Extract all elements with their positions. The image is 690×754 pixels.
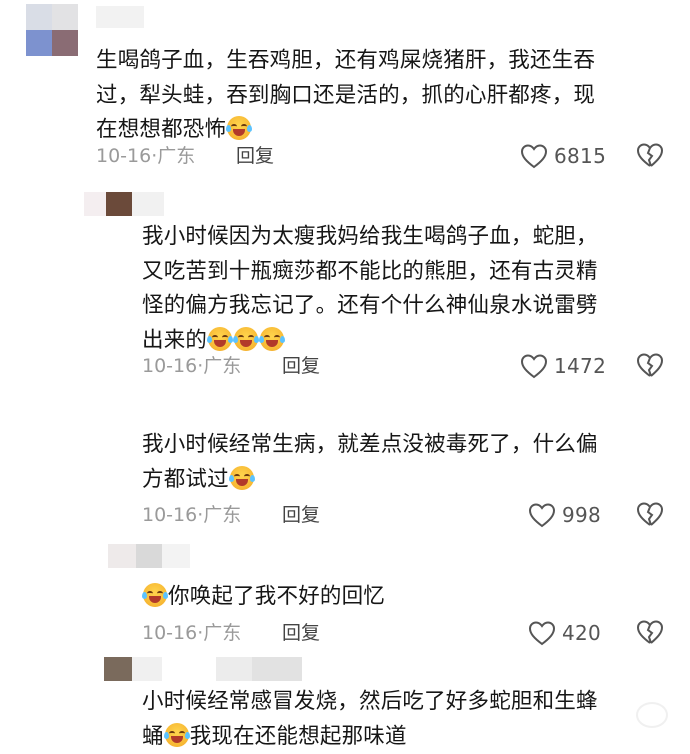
heart-outline-icon	[528, 503, 556, 528]
username[interactable]	[108, 544, 190, 568]
dislike-button[interactable]	[636, 142, 664, 170]
username[interactable]	[96, 6, 144, 28]
laughing-crying-emoji	[163, 722, 190, 747]
comment-text: 小时候经常感冒发烧，然后吃了好多蛇胆和生蜂 蛹我现在还能想起那味道	[142, 689, 598, 749]
comment-meta: 10-16·广东	[142, 622, 242, 644]
broken-heart-icon	[636, 502, 664, 526]
like-button[interactable]: 6815	[520, 142, 606, 170]
comment-location: 广东	[203, 504, 242, 526]
comment-location: 广东	[203, 622, 242, 644]
like-button[interactable]: 998	[528, 501, 601, 529]
username[interactable]	[104, 657, 304, 681]
username[interactable]	[84, 192, 164, 216]
comment-meta: 10-16·广东	[142, 504, 242, 526]
reply-button[interactable]: 回复	[282, 353, 320, 379]
watermark	[636, 702, 668, 728]
heart-outline-icon	[528, 621, 556, 646]
laughing-crying-emoji	[142, 583, 168, 607]
broken-heart-icon	[636, 620, 664, 644]
laughing-crying-emoji	[259, 326, 286, 351]
dislike-button[interactable]	[636, 352, 664, 380]
broken-heart-icon	[636, 353, 664, 377]
comment-text: 生喝鸽子血，生吞鸡胆，还有鸡屎烧猪肝，我还生吞 过，犁头蛙，吞到胸口还是活的，抓…	[96, 48, 596, 142]
comment-text: 我小时候因为太瘦我妈给我生喝鸽子血，蛇胆， 又吃苦到十瓶癍莎都不能比的熊胆，还有…	[142, 224, 598, 353]
like-button[interactable]: 1472	[520, 352, 606, 380]
dislike-button[interactable]	[636, 619, 664, 647]
like-count: 1472	[554, 354, 607, 378]
heart-outline-icon	[520, 144, 548, 169]
dislike-button[interactable]	[636, 501, 664, 529]
like-count: 420	[562, 621, 602, 645]
comment-location: 广东	[203, 355, 242, 377]
comment-date: 10-16	[96, 145, 152, 167]
reply-button[interactable]: 回复	[236, 143, 274, 169]
like-count: 6815	[554, 144, 607, 168]
reply-button[interactable]: 回复	[282, 620, 320, 646]
comment-meta: 10-16·广东	[96, 145, 196, 167]
avatar[interactable]	[26, 4, 78, 56]
laughing-crying-emoji	[228, 465, 255, 490]
laughing-crying-emoji	[233, 326, 260, 351]
comment-date: 10-16	[142, 355, 198, 377]
comment-location: 广东	[157, 145, 196, 167]
comment-text: 我小时候经常生病，就差点没被毒死了，什么偏 方都试过	[142, 432, 598, 492]
broken-heart-icon	[636, 143, 664, 167]
comment-date: 10-16	[142, 504, 198, 526]
comment-meta: 10-16·广东	[142, 355, 242, 377]
like-button[interactable]: 420	[528, 619, 601, 647]
like-count: 998	[562, 503, 602, 527]
comment-text: 你唤起了我不好的回忆	[142, 580, 682, 615]
laughing-crying-emoji	[207, 326, 234, 351]
comment-date: 10-16	[142, 622, 198, 644]
heart-outline-icon	[520, 354, 548, 379]
laughing-crying-emoji	[226, 116, 253, 140]
reply-button[interactable]: 回复	[282, 502, 320, 528]
